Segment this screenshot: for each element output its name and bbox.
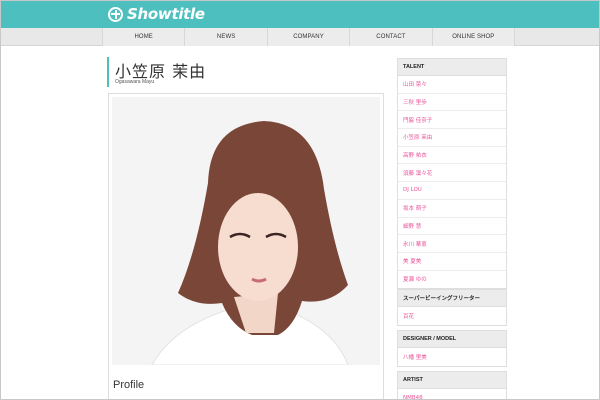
site-header: Showtitle bbox=[0, 0, 600, 28]
talent-link[interactable]: 小笠原 茉由 bbox=[398, 129, 506, 147]
nav-contact[interactable]: CONTACT bbox=[350, 28, 433, 46]
sidebar-designer-model: DESIGNER / MODEL 八幡 里美 bbox=[397, 330, 507, 367]
nav-home[interactable]: HOME bbox=[103, 28, 186, 46]
title-accent-bar bbox=[107, 57, 109, 87]
global-nav: HOME NEWS COMPANY CONTACT ONLINE SHOP bbox=[102, 28, 516, 46]
sidebar-artist-heading: ARTIST bbox=[398, 372, 506, 389]
nav-company[interactable]: COMPANY bbox=[268, 28, 351, 46]
nav-online-shop[interactable]: ONLINE SHOP bbox=[433, 28, 516, 46]
talent-link[interactable]: 門脇 佳奈子 bbox=[398, 111, 506, 130]
sidebar-artist: ARTIST NMB48 bbox=[397, 371, 507, 400]
super-being-link[interactable]: 百花 bbox=[398, 307, 506, 325]
talent-link[interactable]: DJ LOU bbox=[398, 182, 506, 200]
talent-link[interactable]: 山田 菜々 bbox=[398, 76, 506, 94]
sidebar-super-being-heading: スーパービーイングフリーター bbox=[398, 290, 506, 307]
profile-photo bbox=[112, 97, 380, 365]
sidebar-talent-heading: TALENT bbox=[398, 59, 506, 76]
sidebar-talent: TALENT 山田 菜々 三秋 里歩 門脇 佳奈子 小笠原 茉由 高野 祐衣 須… bbox=[397, 58, 507, 290]
site-logo[interactable]: Showtitle bbox=[108, 5, 205, 23]
talent-link[interactable]: 高野 祐衣 bbox=[398, 147, 506, 165]
logo-text: Showtitle bbox=[127, 5, 205, 23]
artist-link[interactable]: NMB48 bbox=[398, 389, 506, 400]
logo-crosshair-icon bbox=[108, 6, 123, 22]
talent-link[interactable]: 夏瀬 ゆの bbox=[398, 271, 506, 289]
profile-heading: Profile bbox=[113, 379, 145, 391]
talent-link[interactable]: 美 夏美 bbox=[398, 253, 506, 271]
designer-model-link[interactable]: 八幡 里美 bbox=[398, 348, 506, 366]
talent-link[interactable]: 三秋 里歩 bbox=[398, 94, 506, 112]
sidebar-designer-model-heading: DESIGNER / MODEL bbox=[398, 331, 506, 348]
page-subtitle: Ogasawara Mayu bbox=[115, 79, 155, 85]
nav-news[interactable]: NEWS bbox=[185, 28, 268, 46]
talent-link[interactable]: 坂本 萌子 bbox=[398, 200, 506, 218]
sidebar-super-being: スーパービーイングフリーター 百花 bbox=[397, 289, 507, 326]
talent-link[interactable]: 氷川 華恵 bbox=[398, 235, 506, 253]
talent-link[interactable]: 須藤 凜々花 bbox=[398, 164, 506, 183]
portrait-illustration bbox=[112, 97, 380, 365]
talent-link[interactable]: 細野 慧 bbox=[398, 218, 506, 236]
